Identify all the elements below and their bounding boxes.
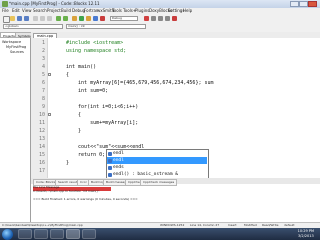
step-out-icon[interactable] (165, 16, 170, 21)
line-number: 14 (38, 144, 45, 150)
code-line[interactable]: } (66, 128, 81, 134)
redo-icon[interactable] (63, 16, 68, 21)
new-file-icon[interactable] (3, 16, 10, 23)
code-line[interactable]: } (66, 160, 69, 166)
build-gear-icon[interactable] (72, 16, 77, 21)
code-line[interactable]: for(int i=0;i<6;i++) (66, 104, 138, 110)
fold-marker-icon[interactable] (48, 73, 51, 76)
debug-icon[interactable] (144, 16, 149, 21)
symbol-kind-icon (108, 165, 112, 170)
step-icon[interactable] (151, 16, 156, 21)
code-line[interactable]: using namespace std; (66, 48, 126, 54)
copy-icon[interactable] (40, 16, 45, 21)
maximize-button[interactable] (299, 1, 308, 7)
code-line[interactable]: { (66, 112, 81, 118)
taskbar-ie-icon[interactable] (18, 229, 32, 239)
scope-select[interactable]: <global> (3, 24, 63, 29)
symbol-kind-icon (108, 158, 112, 163)
autocomplete-item[interactable]: endl() : basic_ostream & (107, 171, 207, 178)
code-line[interactable]: int sum=0; (66, 88, 108, 94)
minimize-button[interactable] (290, 1, 299, 7)
line-number: 13 (38, 136, 45, 142)
code-line[interactable]: int myArray[6]={465,679,456,674,234,456}… (66, 80, 213, 86)
abort-icon[interactable] (100, 16, 105, 21)
symbol-kind-icon (108, 172, 112, 177)
code-line[interactable]: sum+=myArray[i]; (66, 120, 138, 126)
line-number: 8 (41, 96, 45, 102)
open-folder-icon[interactable] (10, 16, 15, 21)
line-number: 4 (41, 64, 45, 70)
line-number: 16 (38, 160, 45, 166)
code-line[interactable]: #include <iostream> (66, 40, 123, 46)
log-row[interactable]: === Build finished: 1 errors, 0 warnings… (33, 197, 138, 201)
stop-debugger-icon[interactable] (172, 16, 177, 21)
taskbar-codeblocks-icon[interactable] (66, 229, 80, 239)
cut-icon[interactable] (33, 16, 38, 21)
line-number: 7 (41, 88, 45, 94)
tree-sources[interactable]: Sources (10, 50, 24, 55)
code-line[interactable]: int main() (66, 64, 96, 70)
code-line[interactable]: { (66, 72, 69, 78)
line-number: 17 (38, 168, 45, 174)
line-number: 9 (41, 104, 45, 110)
build-target-select[interactable]: Debug (110, 16, 138, 21)
app-icon (2, 1, 8, 7)
fold-marker-icon[interactable] (48, 113, 51, 116)
taskbar-explorer-icon[interactable] (34, 229, 48, 239)
save-icon[interactable] (17, 16, 22, 21)
log-tab[interactable]: CppCheck messages (140, 179, 178, 186)
window-title: *main.cpp [MyFirstProg] - Code::Blocks 1… (9, 1, 100, 6)
symbol-kind-icon (108, 151, 112, 156)
save-all-icon[interactable] (24, 16, 29, 21)
run-icon[interactable] (79, 16, 84, 21)
autocomplete-item[interactable]: ends (107, 164, 207, 171)
line-number: 1 (41, 40, 45, 46)
taskbar-app-icon[interactable] (82, 229, 96, 239)
line-number: 3 (41, 56, 45, 62)
close-button[interactable] (308, 1, 317, 7)
management-panel (0, 32, 31, 222)
line-number: 2 (41, 48, 45, 54)
autocomplete-item[interactable]: endl (107, 157, 207, 164)
undo-icon[interactable] (56, 16, 61, 21)
line-number: 10 (38, 112, 45, 118)
taskbar-clock: 10:29 PM 3/2/2013 (298, 229, 314, 239)
taskbar-media-icon[interactable] (50, 229, 64, 239)
step-into-icon[interactable] (158, 16, 163, 21)
line-number: 5 (41, 72, 45, 78)
windows-taskbar (0, 228, 320, 240)
line-number: 6 (41, 80, 45, 86)
start-button[interactable] (2, 229, 13, 240)
line-number: 15 (38, 152, 45, 158)
build-and-run-icon[interactable] (86, 16, 91, 21)
symbol-select[interactable]: main() : int (66, 24, 146, 29)
code-line[interactable]: return 0; (66, 152, 105, 158)
line-number: 11 (38, 120, 45, 126)
clock-date: 3/2/2013 (297, 234, 314, 238)
autocomplete-item[interactable]: endl (107, 150, 207, 157)
line-number: 12 (38, 128, 45, 134)
paste-icon[interactable] (47, 16, 52, 21)
rebuild-icon[interactable] (93, 16, 98, 21)
